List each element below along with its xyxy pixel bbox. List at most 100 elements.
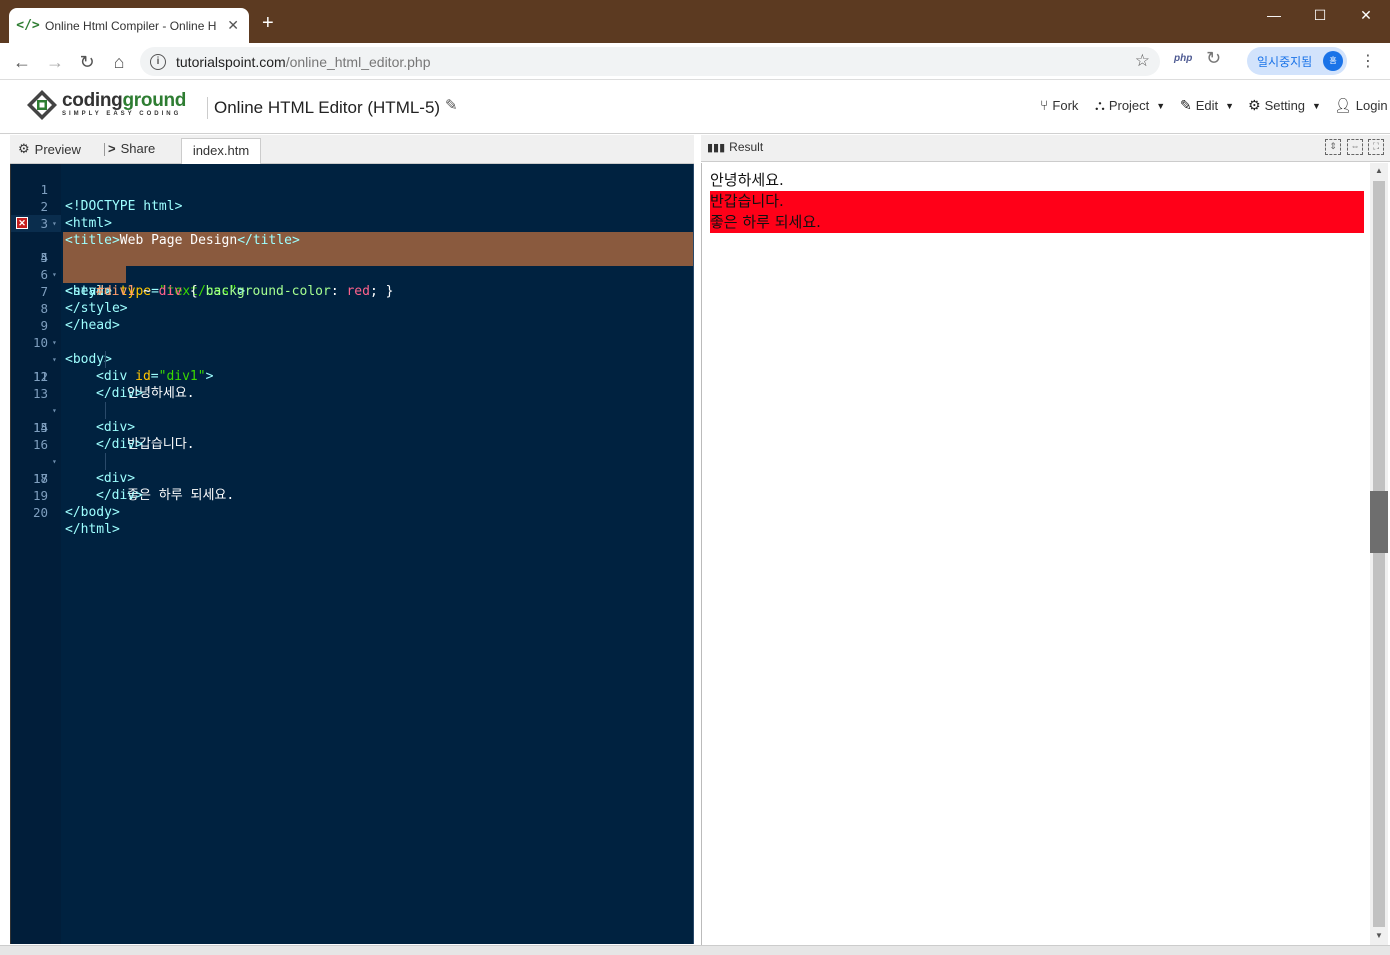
code-line: 1 <!DOCTYPE html> xyxy=(11,164,694,214)
back-icon[interactable]: ← xyxy=(10,50,34,74)
code-line: 5 ▾ <style type="text/css"> xyxy=(11,232,694,299)
bar-chart-icon: ▮▮▮ xyxy=(707,141,726,154)
result-line-1: 안녕하세요. xyxy=(710,171,784,189)
logo-word-ground: ground xyxy=(122,90,187,111)
code-line: 3 <title>Web Page Design</title> xyxy=(11,198,694,248)
edit-icon: ✎ xyxy=(1180,97,1192,113)
forward-icon[interactable]: → xyxy=(43,50,67,74)
new-tab-button[interactable]: + xyxy=(262,13,274,33)
expand-panel-icon[interactable]: ⇔ xyxy=(1347,139,1363,155)
result-frame[interactable]: 안녕하세요. 반갑습니다. 좋은 하루 되세요. xyxy=(701,163,1371,945)
maximize-icon[interactable]: ☐ xyxy=(1305,5,1335,25)
result-label: Result xyxy=(729,140,764,154)
address-bar[interactable]: i tutorialspoint.com/online_html_editor.… xyxy=(140,47,1160,76)
scroll-up-icon[interactable]: ▲ xyxy=(1375,166,1383,175)
preview-label: Preview xyxy=(34,141,81,157)
logo-wordmark[interactable]: codingground xyxy=(62,90,186,112)
edit-title-icon[interactable]: ✎ xyxy=(445,96,458,114)
result-header: ▮▮▮ Result ⇕ ⇔ ⛶ xyxy=(701,135,1390,162)
result-tab[interactable]: ▮▮▮ Result xyxy=(707,140,763,154)
reload-icon[interactable]: ↻ xyxy=(75,50,99,74)
code-line: 16 ▾ <div> xyxy=(11,419,694,486)
result-line-3: 좋은 하루 되세요. xyxy=(710,213,821,231)
terminal-icon: > xyxy=(108,141,116,156)
home-icon[interactable]: ⌂ xyxy=(107,50,131,74)
scroll-track xyxy=(1373,181,1385,927)
tab-divider xyxy=(104,143,105,156)
profile-paused-button[interactable]: 일시중지됨 홈 xyxy=(1247,47,1347,75)
code-line: 7 </style> xyxy=(11,266,694,316)
logo-word-coding: coding xyxy=(62,90,123,111)
login-link[interactable]: 👤︎ Login xyxy=(1334,97,1388,114)
browser-titlebar: </> Online Html Compiler - Online H ✕ + … xyxy=(0,0,1390,43)
collapse-panel-icon[interactable]: ⇕ xyxy=(1325,139,1341,155)
gear-icon: ⚙ xyxy=(1248,97,1261,113)
login-label: Login xyxy=(1355,98,1388,113)
gears-icon: ⚙ xyxy=(18,141,30,156)
header-divider xyxy=(207,97,208,119)
fork-icon: ⑂ xyxy=(1040,97,1049,113)
sitemap-icon: ⛬ xyxy=(1095,97,1105,113)
project-label: Project xyxy=(1108,98,1150,113)
code-line: 17 좋은 하루 되세요. xyxy=(11,436,694,503)
code-line: 9 ▾ <body> xyxy=(11,300,694,367)
fork-menu[interactable]: ⑂ Fork xyxy=(1040,97,1078,113)
code-line: 15 </div> xyxy=(11,402,694,452)
project-menu[interactable]: ⛬ Project ▼ xyxy=(1095,97,1165,114)
scroll-thumb[interactable] xyxy=(1370,491,1388,553)
window-bottom-edge xyxy=(0,945,1390,955)
line-number: 20 xyxy=(32,505,48,520)
browser-tab[interactable]: </> Online Html Compiler - Online H ✕ xyxy=(9,8,249,43)
bookmark-star-icon[interactable]: ☆ xyxy=(1135,51,1150,71)
extension-refresh-icon[interactable]: ↻ xyxy=(1206,48,1221,69)
close-tab-icon[interactable]: ✕ xyxy=(227,17,239,34)
code-line: 14 반갑습니다. xyxy=(11,385,694,452)
tab-title: Online Html Compiler - Online H xyxy=(45,18,217,33)
fold-arrow-icon[interactable]: ▾ xyxy=(52,215,57,232)
page-title: Online HTML Editor (HTML-5) xyxy=(214,98,441,117)
site-info-icon[interactable]: i xyxy=(150,53,166,70)
url-host: tutorialspoint.com xyxy=(176,53,286,70)
minimize-icon[interactable]: — xyxy=(1259,5,1289,25)
share-button[interactable]: > Share xyxy=(108,141,155,156)
file-tab-index[interactable]: index.htm xyxy=(181,138,261,164)
chevron-down-icon: ▼ xyxy=(1225,100,1235,111)
code-line: 12 </div> xyxy=(11,351,694,401)
edit-menu[interactable]: ✎ Edit ▼ xyxy=(1180,97,1234,114)
avatar: 홈 xyxy=(1323,51,1343,71)
window-close-icon[interactable]: ✕ xyxy=(1351,5,1381,25)
code-token: </html> xyxy=(65,522,120,537)
code-line: 10 ▾ <div id="div1"> xyxy=(11,317,694,384)
browser-menu-icon[interactable]: ⋮ xyxy=(1360,51,1376,71)
paused-label: 일시중지됨 xyxy=(1257,54,1313,69)
code-line: 8 </head> xyxy=(11,283,694,333)
fork-label: Fork xyxy=(1052,97,1079,113)
code-favicon-icon: </> xyxy=(16,18,40,33)
user-icon: 👤︎ xyxy=(1334,97,1352,113)
code-line: 11 안녕하세요. xyxy=(11,334,694,401)
chevron-down-icon: ▼ xyxy=(1156,100,1166,111)
php-extension-icon[interactable]: php xyxy=(1174,53,1192,64)
preview-button[interactable]: ⚙ Preview xyxy=(18,141,81,157)
setting-label: Setting xyxy=(1264,98,1306,113)
code-line: 18 </div> xyxy=(11,453,694,503)
editor-tab-bar: ⚙ Preview > Share index.htm xyxy=(10,135,694,164)
chevron-down-icon: ▼ xyxy=(1312,100,1321,111)
code-line: 2 <html> xyxy=(11,181,694,231)
code-line: 13 ▾ <div> xyxy=(11,368,694,435)
codingground-logo-icon xyxy=(27,90,57,120)
code-line: 20 </html> xyxy=(11,487,694,537)
share-label: Share xyxy=(120,141,156,156)
setting-menu[interactable]: ⚙ Setting ▼ xyxy=(1248,97,1321,114)
code-editor[interactable]: 1 <!DOCTYPE html> 2 <html> 3 <title>Web … xyxy=(10,164,694,944)
fullscreen-icon[interactable]: ⛶ xyxy=(1368,139,1384,155)
result-scrollbar[interactable]: ▲ ▼ xyxy=(1370,163,1388,945)
code-token: </body> xyxy=(65,505,120,520)
scroll-down-icon[interactable]: ▼ xyxy=(1375,931,1383,940)
url-path: /online_html_editor.php xyxy=(285,53,431,70)
code-line: 19 </body> xyxy=(11,470,694,520)
logo-tagline: SIMPLY EASY CODING xyxy=(62,111,182,117)
error-marker-icon[interactable]: ✕ xyxy=(16,217,28,229)
code-line: ✕ 4 ▾ <head> xyxy=(11,215,694,299)
edit-label: Edit xyxy=(1195,98,1219,113)
